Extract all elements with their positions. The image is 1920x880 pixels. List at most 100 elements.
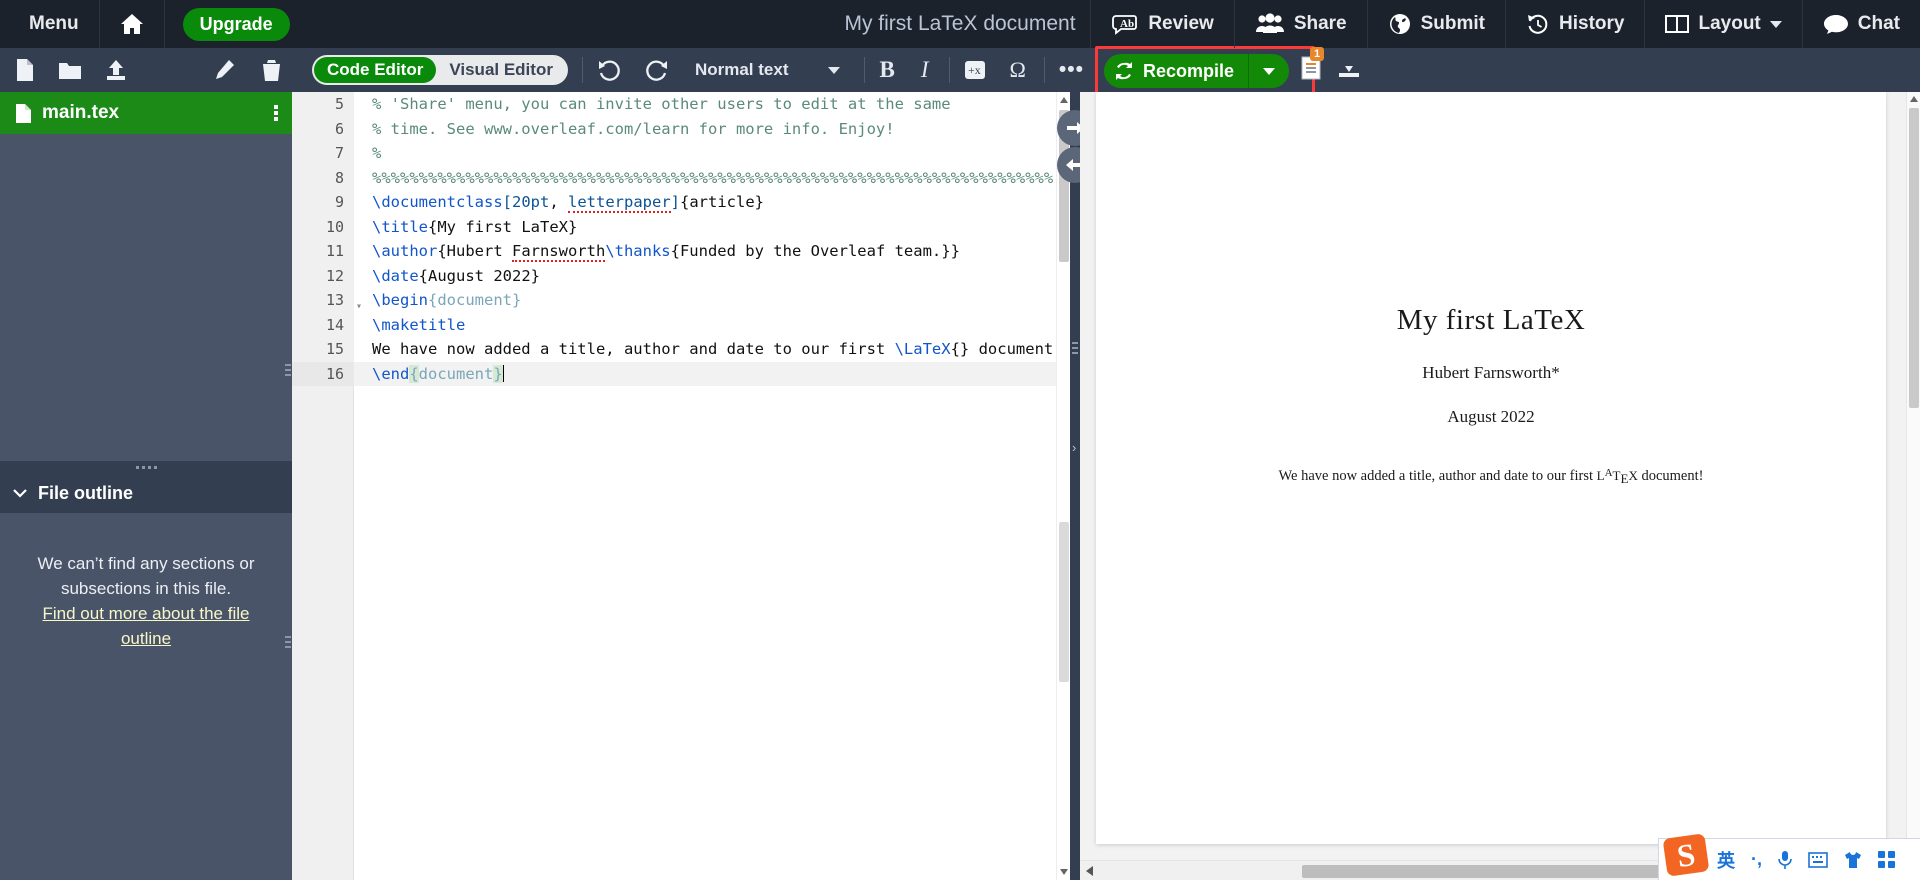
more-options-button[interactable]: ••• — [1059, 65, 1084, 75]
chat-button[interactable]: Chat — [1802, 0, 1920, 48]
undo-icon[interactable] — [597, 58, 621, 82]
menu-button[interactable]: 𝇳 Menu — [0, 0, 100, 48]
line-number: 14 — [292, 313, 354, 338]
text-style-label: Normal text — [695, 60, 789, 80]
bold-button[interactable]: B — [879, 57, 894, 83]
code-content[interactable]: 5 % 'Share' menu, you can invite other us… — [292, 92, 1056, 880]
code-token: {document} — [428, 291, 521, 309]
toolbar-divider — [582, 57, 583, 83]
new-folder-icon[interactable] — [58, 59, 82, 81]
submit-button[interactable]: Submit — [1367, 0, 1505, 48]
pdf-date: August 2022 — [1096, 407, 1886, 427]
line-number: 9 — [292, 190, 354, 215]
recompile-dropdown-button[interactable] — [1249, 68, 1289, 75]
editor-scroll-thumb-secondary[interactable] — [1059, 522, 1069, 682]
preview-scroll-thumb[interactable] — [1909, 108, 1919, 408]
file-item-main-tex[interactable]: main.tex — [0, 92, 292, 134]
kebab-menu-icon[interactable] — [274, 105, 278, 121]
ime-language-toggle[interactable]: 英 — [1717, 847, 1735, 873]
code-token: 20pt — [512, 193, 549, 211]
file-outline-title: File outline — [38, 483, 133, 504]
redo-icon[interactable] — [645, 58, 669, 82]
outline-help-link[interactable]: Find out more about the file outline — [43, 604, 250, 648]
home-button[interactable] — [100, 0, 165, 48]
upgrade-button[interactable]: Upgrade — [183, 8, 290, 41]
code-line[interactable]: 9 \documentclass[20pt, letterpaper]{artic… — [292, 190, 1056, 215]
code-line[interactable]: 14 \maketitle — [292, 313, 1056, 338]
sogou-logo-icon[interactable]: S — [1663, 833, 1710, 876]
recompile-button[interactable]: Recompile — [1104, 54, 1289, 88]
italic-button[interactable]: I — [921, 57, 929, 83]
scroll-up-arrow-icon[interactable] — [1060, 97, 1068, 103]
code-line[interactable]: 10 \title{My first LaTeX} — [292, 215, 1056, 240]
code-editor-pane[interactable]: 5 % 'Share' menu, you can invite other us… — [292, 92, 1070, 880]
upload-icon[interactable] — [104, 58, 128, 82]
toolbox-icon[interactable] — [1878, 851, 1896, 869]
scroll-down-arrow-icon[interactable] — [1060, 869, 1068, 875]
divider-collapse-arrow-icon[interactable]: › — [1072, 440, 1076, 455]
editor-mode-toggle[interactable]: Code Editor Visual Editor — [312, 55, 568, 85]
text-style-dropdown[interactable]: Normal text — [695, 60, 841, 80]
file-outline-header[interactable]: File outline — [0, 473, 292, 513]
code-line-text: \documentclass[20pt, letterpaper]{articl… — [354, 190, 1056, 215]
tab-code-editor[interactable]: Code Editor — [314, 57, 436, 83]
new-file-icon[interactable] — [14, 58, 36, 82]
line-number: 13 — [292, 288, 354, 313]
preview-vertical-scrollbar[interactable] — [1906, 92, 1920, 860]
code-token: document — [419, 365, 494, 383]
code-token: \LaTeX — [895, 340, 951, 358]
code-line[interactable]: 16 \end{document} — [292, 362, 1056, 387]
divider-grip[interactable] — [1072, 342, 1078, 354]
pdf-author: Hubert Farnsworth* — [1096, 363, 1886, 383]
preview-scroll-left-icon[interactable] — [1086, 866, 1093, 876]
chevron-down-icon — [12, 487, 28, 499]
menu-label: Menu — [29, 13, 79, 35]
code-line[interactable]: 6 % time. See www.overleaf.com/learn for … — [292, 117, 1056, 142]
share-button[interactable]: Share — [1234, 0, 1367, 48]
download-button[interactable] — [1337, 55, 1361, 79]
code-token: letterpaper — [568, 193, 671, 213]
review-button[interactable]: Ab Review — [1090, 0, 1233, 48]
code-token: % — [372, 144, 381, 162]
code-line[interactable]: 11 \author{Hubert Farnsworth\thanks{Funde… — [292, 239, 1056, 264]
history-button[interactable]: History — [1505, 0, 1644, 48]
code-line[interactable]: 8%%%%%%%%%%%%%%%%%%%%%%%%%%%%%%%%%%%%%%%… — [292, 166, 1056, 191]
keyboard-icon[interactable] — [1808, 852, 1828, 868]
code-line[interactable]: 13 \begin{document} — [292, 288, 1056, 313]
pdf-preview-pane[interactable]: My first LaTeX Hubert Farnsworth* August… — [1080, 92, 1920, 880]
sidebar-resize-grip-lower[interactable] — [285, 632, 291, 652]
submit-label: Submit — [1421, 13, 1485, 35]
microphone-icon[interactable] — [1778, 850, 1792, 870]
editor-vertical-scrollbar[interactable] — [1056, 92, 1070, 880]
code-token: Farnsworth — [512, 242, 605, 262]
review-label: Review — [1148, 13, 1213, 35]
code-token: [ — [503, 193, 512, 211]
home-icon — [120, 13, 144, 35]
tab-visual-editor[interactable]: Visual Editor — [436, 57, 566, 83]
trash-icon[interactable] — [261, 59, 282, 82]
code-line[interactable]: 7% — [292, 141, 1056, 166]
pane-divider[interactable]: › — [1070, 92, 1080, 880]
toolbar-divider — [1044, 57, 1045, 83]
sidebar-resize-grip[interactable] — [285, 360, 291, 380]
code-token: \end — [372, 365, 409, 383]
punctuation-icon[interactable]: ·, — [1751, 849, 1762, 870]
top-nav-left-group: 𝇳 Menu Upgrade — [0, 0, 290, 48]
globe-icon — [1388, 12, 1412, 36]
skin-icon[interactable] — [1844, 851, 1862, 869]
code-line[interactable]: 15 We have now added a title, author and … — [292, 337, 1056, 362]
code-line-text: \author{Hubert Farnsworth\thanks{Funded … — [354, 239, 1056, 264]
symbol-button[interactable]: Ω — [1010, 57, 1026, 83]
code-line[interactable]: 5 % 'Share' menu, you can invite other us… — [292, 92, 1056, 117]
history-icon — [1526, 12, 1550, 36]
code-line[interactable]: 12 \date{August 2022} — [292, 264, 1056, 289]
layout-button[interactable]: Layout — [1644, 0, 1801, 48]
line-number: 16 — [292, 362, 354, 387]
logs-button[interactable]: 1 — [1300, 55, 1324, 81]
chat-label: Chat — [1858, 13, 1900, 35]
pencil-icon[interactable] — [212, 59, 235, 82]
math-icon[interactable]: +x — [964, 60, 986, 80]
preview-scroll-up-icon[interactable] — [1910, 96, 1918, 102]
outline-resize-handle[interactable] — [0, 461, 292, 473]
share-label: Share — [1294, 13, 1347, 35]
